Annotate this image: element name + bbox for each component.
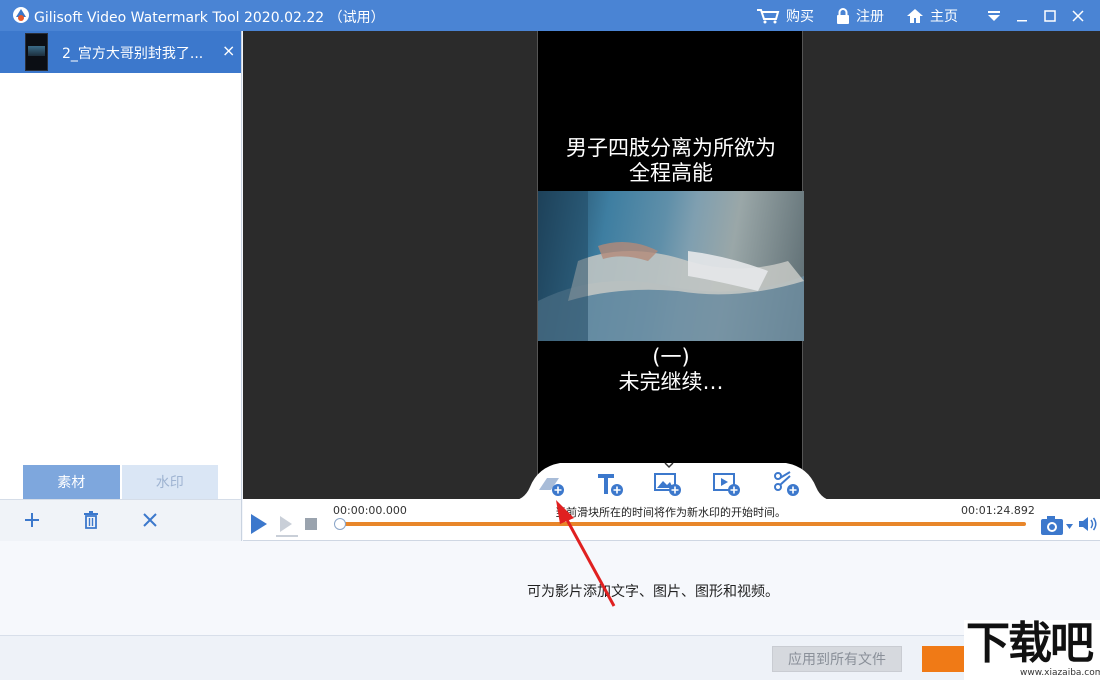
home-label: 主页 — [930, 8, 958, 25]
video-frame: 男子四肢分离为所欲为 全程高能 (一) 未完继续… — [537, 31, 804, 499]
caption-bottom-line2: 未完继续… — [618, 370, 724, 394]
home-button[interactable]: 主页 — [906, 6, 958, 26]
add-video-icon[interactable] — [713, 470, 743, 498]
site-watermark-logo: 下载吧 www.xiazaiba.com — [964, 620, 1100, 680]
file-actions-bar — [0, 499, 241, 541]
watermark-info-area: 可为影片添加文字、图片、图形和视频。 — [0, 541, 1100, 635]
file-list-item[interactable]: 2_宫方大哥别封我了... × — [0, 31, 241, 73]
timeline-start-time: 00:00:00.000 — [333, 504, 407, 517]
minimize-button[interactable] — [1008, 0, 1036, 31]
timeline-end-time: 00:01:24.892 — [961, 504, 1035, 517]
delete-file-button[interactable] — [81, 510, 101, 530]
buy-button[interactable]: 购买 — [756, 6, 814, 26]
timeline-bar: 00:00:00.000 当前滑块所在的时间将作为新水印的开始时间。 00:01… — [243, 499, 1100, 541]
file-panel: 2_宫方大哥别封我了... × 素材 水印 — [0, 31, 242, 541]
window-title: Gilisoft Video Watermark Tool 2020.02.22… — [34, 10, 385, 26]
title-bar: Gilisoft Video Watermark Tool 2020.02.22… — [0, 0, 1100, 31]
file-name: 2_宫方大哥别封我了... — [62, 46, 204, 62]
minimize-icon — [1017, 19, 1027, 21]
close-window-button[interactable] — [1064, 0, 1092, 31]
caption-top-line1: 男子四肢分离为所欲为 — [566, 136, 776, 160]
remove-icon — [143, 513, 157, 527]
add-icon — [25, 513, 39, 527]
snapshot-camera-icon[interactable] — [1040, 514, 1074, 536]
bottom-bar: 应用到所有文件 — [0, 635, 1100, 680]
buy-label: 购买 — [786, 8, 814, 25]
app-window: Gilisoft Video Watermark Tool 2020.02.22… — [0, 0, 1100, 680]
tab-material[interactable]: 素材 — [23, 465, 120, 499]
maximize-icon — [1044, 9, 1056, 22]
tab-watermark[interactable]: 水印 — [121, 465, 218, 499]
stop-icon[interactable] — [305, 518, 317, 530]
lock-icon — [837, 7, 849, 24]
add-text-icon[interactable] — [596, 470, 626, 498]
left-tab-bar: 素材 水印 — [23, 465, 218, 499]
play-segment-icon[interactable] — [275, 515, 299, 537]
apply-to-all-button[interactable]: 应用到所有文件 — [772, 646, 902, 672]
timeline-hint: 当前滑块所在的时间将作为新水印的开始时间。 — [555, 506, 786, 519]
toolbar-collapse-chevron-icon[interactable] — [663, 461, 675, 469]
caption-top-line2: 全程高能 — [629, 161, 713, 185]
play-icon[interactable] — [249, 513, 269, 535]
video-caption-top: 男子四肢分离为所欲为 全程高能 — [538, 136, 804, 186]
info-text: 可为影片添加文字、图片、图形和视频。 — [527, 584, 779, 600]
delete-icon — [84, 511, 98, 529]
remove-file-button[interactable]: × — [222, 41, 235, 60]
register-button[interactable]: 注册 — [836, 6, 884, 26]
cart-icon — [757, 8, 780, 23]
video-thumbnail — [25, 33, 48, 71]
caption-bottom-line1: (一) — [652, 345, 690, 369]
add-image-icon[interactable] — [654, 470, 684, 498]
dropdown-icon — [988, 10, 1000, 21]
register-label: 注册 — [856, 8, 884, 25]
menu-dropdown-button[interactable] — [980, 0, 1008, 31]
close-icon — [1072, 9, 1084, 22]
site-logo-text: 下载吧 — [966, 618, 1094, 669]
timeline-slider-handle[interactable] — [334, 518, 346, 530]
home-icon — [907, 8, 923, 23]
video-scene-image — [538, 191, 804, 341]
timeline-track[interactable] — [340, 522, 1026, 526]
clear-files-button[interactable] — [140, 510, 160, 530]
add-file-button[interactable] — [22, 510, 42, 530]
add-mosaic-icon[interactable] — [772, 470, 802, 498]
volume-icon[interactable] — [1078, 515, 1098, 533]
site-logo-url: www.xiazaiba.com — [1020, 668, 1100, 678]
maximize-button[interactable] — [1036, 0, 1064, 31]
video-caption-bottom: (一) 未完继续… — [538, 345, 804, 395]
add-shape-icon[interactable] — [537, 470, 567, 498]
app-logo-icon — [13, 7, 29, 23]
